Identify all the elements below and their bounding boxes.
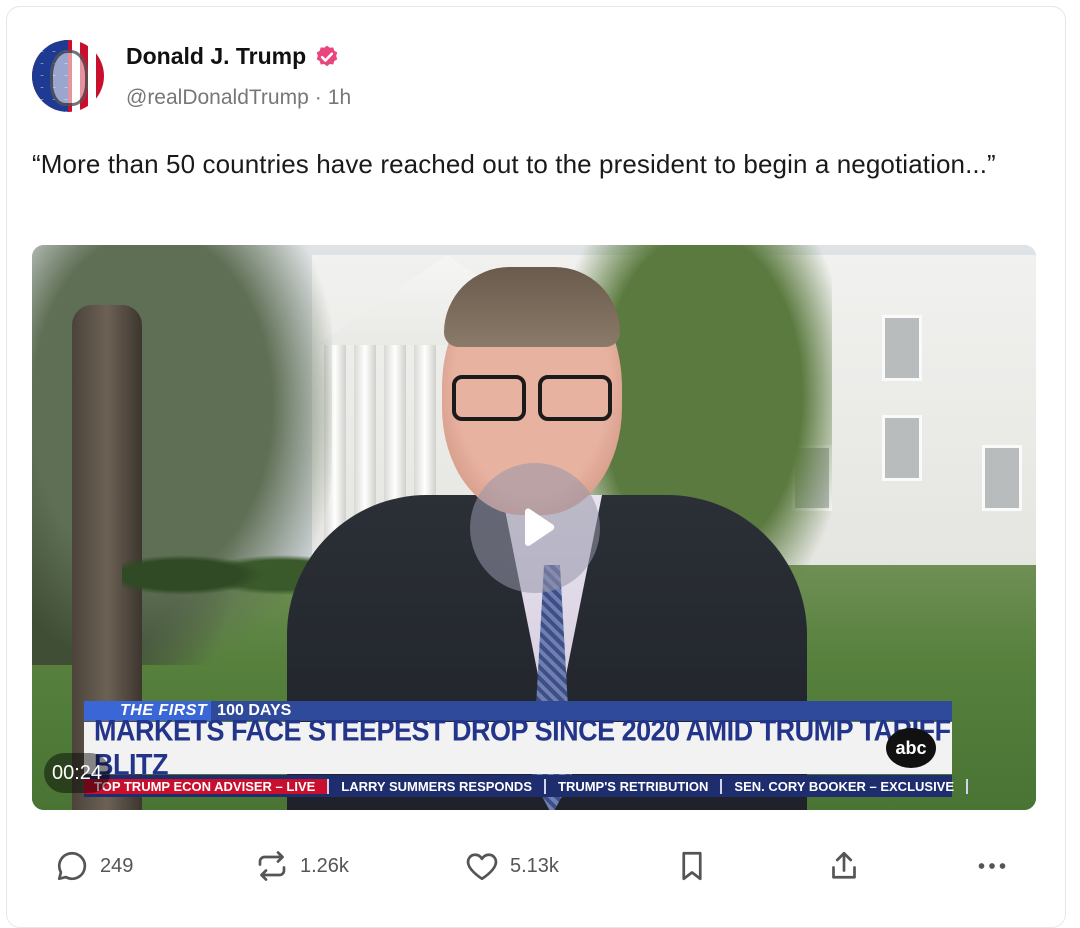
ticker-item: TRUMP'S RETRIBUTION bbox=[546, 778, 723, 794]
share-button[interactable] bbox=[826, 848, 862, 884]
post-text: “More than 50 countries have reached out… bbox=[32, 149, 996, 179]
ticker-item: LARRY SUMMERS RESPONDS bbox=[329, 778, 546, 794]
ticker-item: SEN. CORY BOOKER – EXCLUSIVE bbox=[722, 778, 969, 794]
author-handle-row: @realDonaldTrump · 1h bbox=[126, 86, 351, 110]
repost-icon bbox=[258, 851, 286, 881]
ticker-headline-bar: MARKETS FACE STEEPEST DROP SINCE 2020 AM… bbox=[84, 714, 952, 781]
ticker-headline: MARKETS FACE STEEPEST DROP SINCE 2020 AM… bbox=[94, 713, 951, 781]
reply-button[interactable]: 249 bbox=[54, 848, 133, 884]
play-icon bbox=[525, 508, 555, 546]
video-scene-window bbox=[882, 315, 922, 381]
play-button[interactable] bbox=[470, 463, 600, 593]
repost-count: 1.26k bbox=[300, 854, 349, 877]
repost-button[interactable]: 1.26k bbox=[254, 848, 349, 884]
video-person-glasses bbox=[450, 375, 612, 421]
bookmark-icon bbox=[682, 851, 702, 881]
network-logo: abc bbox=[886, 728, 936, 768]
like-count: 5.13k bbox=[510, 854, 559, 877]
avatar[interactable] bbox=[32, 40, 104, 112]
share-icon bbox=[832, 851, 856, 879]
post-time[interactable]: 1h bbox=[328, 86, 351, 110]
heart-icon bbox=[466, 853, 498, 881]
video-person-hair bbox=[444, 267, 620, 347]
avatar-face bbox=[50, 50, 88, 106]
verified-icon bbox=[316, 45, 338, 66]
video-scene-window bbox=[982, 445, 1022, 511]
ticker-item: TOP TRUMP ECON ADVISER – LIVE bbox=[84, 778, 330, 794]
ticker-crawl: TOP TRUMP ECON ADVISER – LIVE LARRY SUMM… bbox=[84, 775, 969, 797]
action-bar: 249 1.26k 5.13k bbox=[0, 838, 1080, 898]
like-button[interactable]: 5.13k bbox=[464, 848, 559, 884]
comment-icon bbox=[57, 851, 87, 881]
handle-separator: · bbox=[314, 86, 322, 109]
author-handle[interactable]: @realDonaldTrump bbox=[126, 86, 309, 110]
more-icon bbox=[978, 863, 1006, 869]
bookmark-button[interactable] bbox=[674, 848, 710, 884]
reply-count: 249 bbox=[100, 854, 134, 877]
video-timestamp: 00:24 bbox=[44, 753, 111, 793]
more-button[interactable] bbox=[974, 848, 1010, 884]
video-scene-window bbox=[882, 415, 922, 481]
video-player[interactable]: THE FIRST 100 DAYS MARKETS FACE STEEPEST… bbox=[32, 245, 1036, 810]
author-name-text: Donald J. Trump bbox=[126, 43, 307, 69]
author-name[interactable]: Donald J. Trump bbox=[126, 43, 340, 70]
